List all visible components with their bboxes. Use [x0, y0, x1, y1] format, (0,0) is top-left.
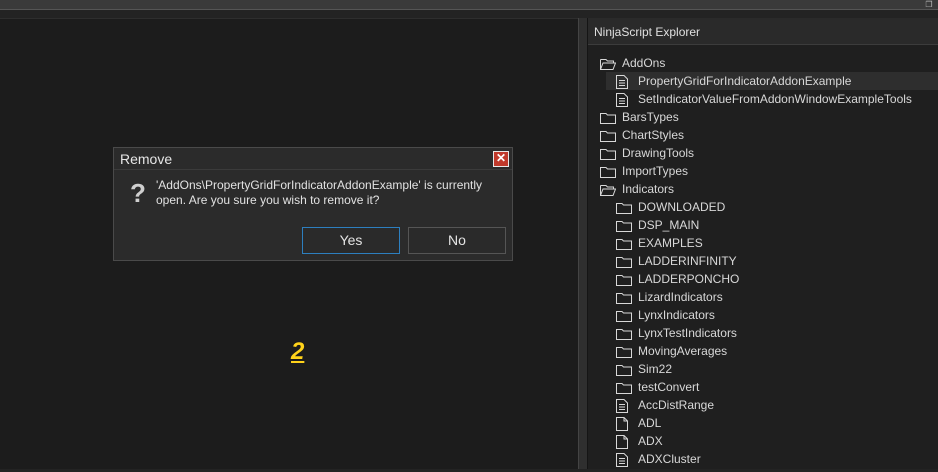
tree-item-label: LynxIndicators	[638, 308, 715, 322]
tree-item-label: MovingAverages	[638, 344, 728, 358]
tree-item-label: DSP_MAIN	[638, 218, 700, 232]
tree-item-label: EXAMPLES	[638, 236, 703, 250]
tree-item-label: LynxTestIndicators	[638, 326, 737, 340]
yes-button[interactable]: Yes	[302, 227, 400, 254]
tree-item-label: ImportTypes	[622, 164, 689, 178]
blank-file-icon	[616, 417, 628, 436]
close-icon[interactable]: ✕	[493, 151, 509, 167]
folder-icon	[616, 381, 632, 399]
tree-item-label: LizardIndicators	[638, 290, 723, 304]
folder-icon	[616, 273, 632, 291]
folder-icon	[616, 201, 632, 219]
folder-icon	[600, 129, 616, 147]
tree-item-label: Sim22	[638, 362, 673, 376]
folder-icon	[616, 255, 632, 273]
dialog-message: 'AddOns\PropertyGridForIndicatorAddonExa…	[156, 178, 501, 208]
tree-item-label: ChartStyles	[622, 128, 685, 142]
tree-item-label: ADX	[638, 434, 663, 448]
folder-icon	[616, 327, 632, 345]
tree-item-label: ADL	[638, 416, 662, 430]
folder-icon	[600, 147, 616, 165]
file-icon	[616, 453, 628, 472]
question-icon: ?	[130, 178, 146, 208]
tree-item-label: Indicators	[622, 182, 675, 196]
dialog-message-line1: 'AddOns\PropertyGridForIndicatorAddonExa…	[156, 178, 483, 192]
no-button[interactable]: No	[408, 227, 506, 254]
tree-item-label: LADDERPONCHO	[638, 272, 740, 286]
pane-splitter[interactable]	[578, 18, 588, 469]
tree-item-label: AddOns	[622, 56, 666, 70]
folder-icon	[600, 111, 616, 129]
remove-dialog: Remove ✕ ? 'AddOns\PropertyGridForIndica…	[113, 147, 513, 261]
folder-icon	[616, 309, 632, 327]
restore-icon[interactable]: ❐	[924, 0, 934, 9]
file-icon	[616, 399, 628, 418]
ninjascript-explorer: NinjaScript Explorer AddOns PropertyGridF…	[588, 18, 938, 469]
tree-item-label: DOWNLOADED	[638, 200, 726, 214]
tree-item-label: testConvert	[638, 380, 700, 394]
step-marker: 2	[291, 338, 305, 365]
tree-item-label: ADXCluster	[638, 452, 701, 466]
tree-item-label: SetIndicatorValueFromAddonWindowExampleT…	[638, 92, 912, 106]
blank-file-icon	[616, 435, 628, 454]
tree-item-label: BarsTypes	[622, 110, 679, 124]
tree-item-label: AccDistRange	[638, 398, 715, 412]
dialog-titlebar[interactable]: Remove ✕	[114, 148, 512, 170]
top-toolbar: ❐	[0, 0, 938, 10]
folder-icon	[616, 237, 632, 255]
explorer-title: NinjaScript Explorer	[588, 18, 938, 45]
dialog-title: Remove	[120, 151, 173, 167]
file-icon	[616, 75, 628, 94]
folder-icon	[600, 165, 616, 183]
folder-icon	[616, 363, 632, 381]
folder-open-icon	[599, 183, 617, 201]
folder-icon	[616, 345, 632, 363]
tree-item-label: LADDERINFINITY	[638, 254, 737, 268]
folder-icon	[616, 219, 632, 237]
tree-item-label: DrawingTools	[622, 146, 695, 160]
folder-icon	[616, 291, 632, 309]
tree-item-label: PropertyGridForIndicatorAddonExample	[638, 74, 852, 88]
dialog-message-line2: open. Are you sure you wish to remove it…	[156, 193, 380, 207]
